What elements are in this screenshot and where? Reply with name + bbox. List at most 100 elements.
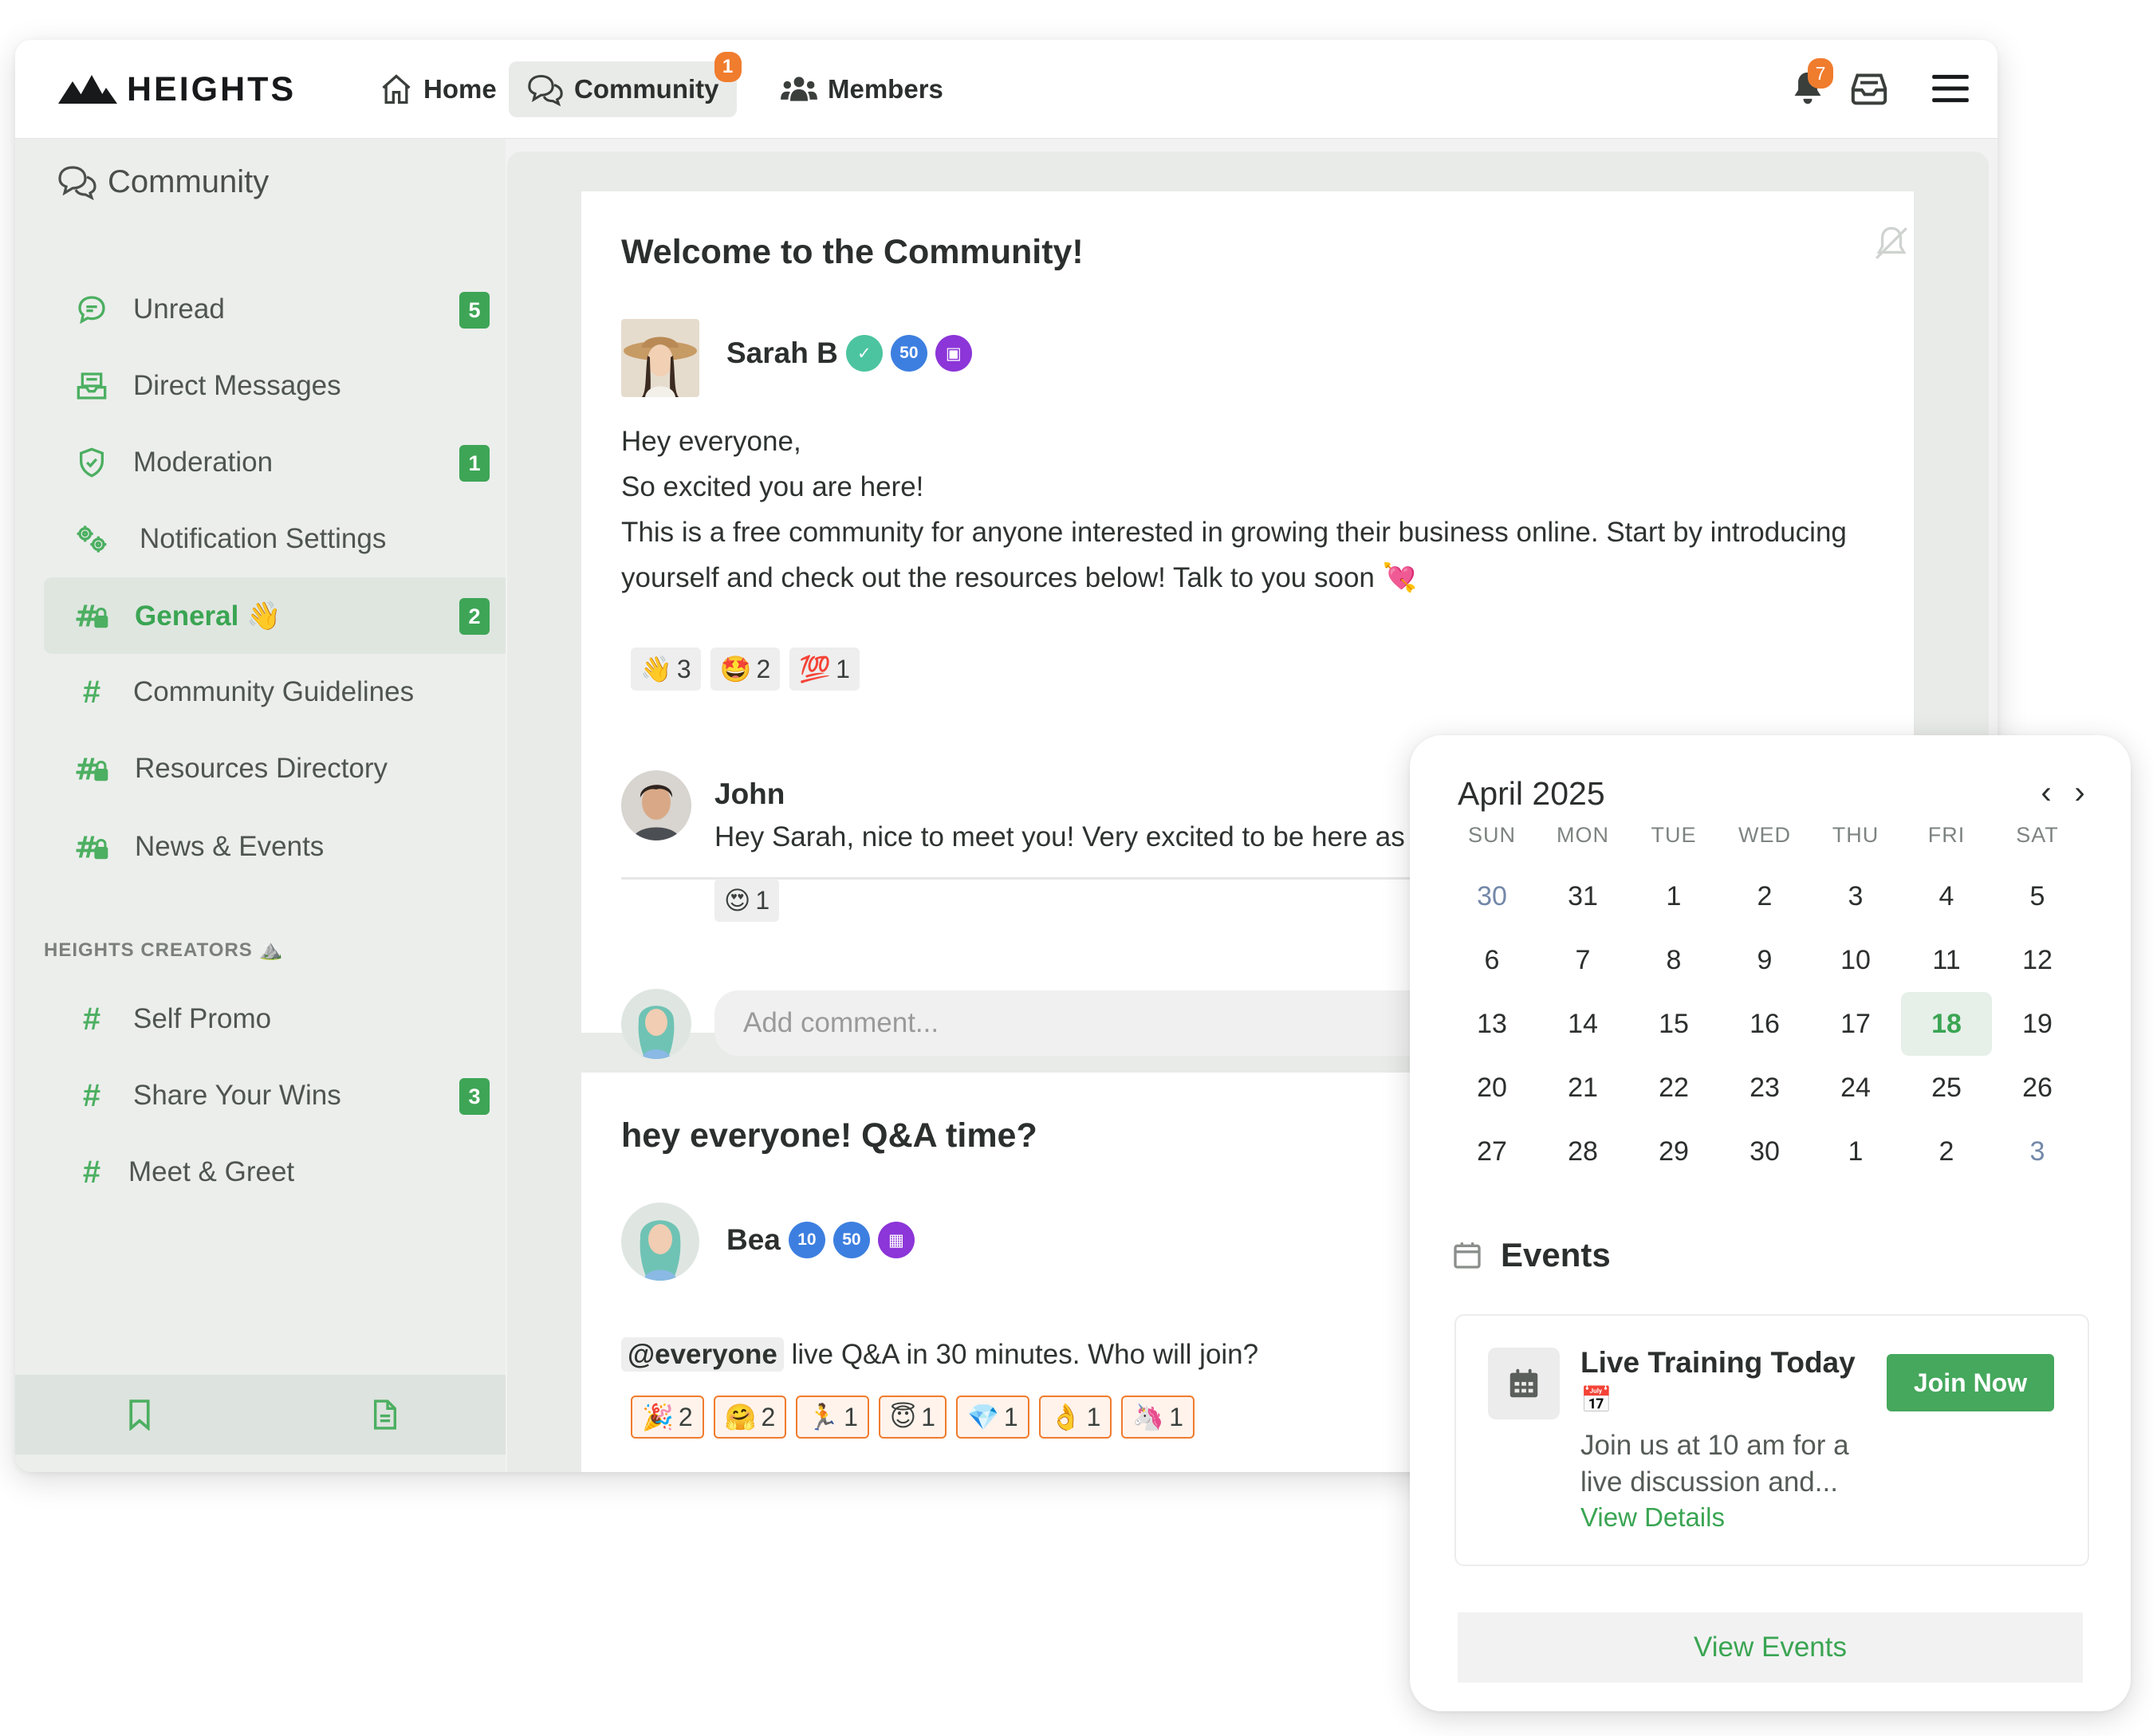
- view-details-link[interactable]: View Details: [1580, 1502, 1725, 1533]
- previous-month-chevron-left-icon[interactable]: ‹: [2029, 775, 2064, 811]
- mention-tag[interactable]: @everyone: [621, 1337, 784, 1372]
- view-events-button[interactable]: View Events: [1458, 1612, 2083, 1683]
- reaction-pill[interactable]: 💯 1: [789, 648, 860, 691]
- sidebar-item-self-promo[interactable]: # Self Promo: [44, 981, 506, 1057]
- main-menu-button[interactable]: [1928, 66, 1973, 111]
- calendar-day[interactable]: 4: [1901, 864, 1992, 928]
- calendar-day[interactable]: 24: [1810, 1056, 1901, 1120]
- event-title: Live Training Today: [1580, 1346, 1856, 1379]
- heights-logo[interactable]: HEIGHTS: [58, 70, 296, 108]
- reaction-pill[interactable]: 🏃 1: [796, 1395, 869, 1439]
- sidebar-item-news-events[interactable]: # News & Events: [44, 809, 506, 885]
- calendar-day[interactable]: 29: [1628, 1120, 1719, 1183]
- nav-community[interactable]: Community 1: [509, 52, 742, 117]
- hashtag-lock-icon: #: [74, 598, 109, 633]
- avatar[interactable]: [621, 1203, 699, 1281]
- sidebar-item-moderation[interactable]: Moderation 1: [44, 424, 506, 501]
- calendar-day[interactable]: 27: [1446, 1120, 1537, 1183]
- calendar-day[interactable]: 11: [1901, 928, 1992, 992]
- nav-home-label: Home: [423, 74, 497, 104]
- calendar-day[interactable]: 7: [1537, 928, 1628, 992]
- documents-button[interactable]: [368, 1397, 403, 1432]
- reaction-emoji: 😍: [724, 886, 751, 915]
- calendar-day[interactable]: 9: [1719, 928, 1810, 992]
- calendar-day[interactable]: 3: [1992, 1120, 2083, 1183]
- calendar-day[interactable]: 25: [1901, 1056, 1992, 1120]
- reaction-count: 3: [676, 654, 691, 683]
- reaction-pill[interactable]: 🦄 1: [1121, 1395, 1195, 1439]
- calendar-icon: [1454, 1242, 1481, 1269]
- calendar-day[interactable]: 26: [1992, 1056, 2083, 1120]
- calendar-day[interactable]: 23: [1719, 1056, 1810, 1120]
- reaction-pill[interactable]: 👋 3: [631, 648, 701, 691]
- nav-members[interactable]: Members: [762, 61, 961, 117]
- sidebar-item-community-guidelines[interactable]: # Community Guidelines: [44, 654, 506, 730]
- post-title: Welcome to the Community!: [621, 233, 1084, 271]
- reaction-pill[interactable]: 😇 1: [878, 1395, 947, 1439]
- comment-reactions: 😍 1: [714, 879, 780, 922]
- post-line: yourself and check out the resources bel…: [621, 562, 1418, 593]
- calendar-day[interactable]: 15: [1628, 992, 1719, 1056]
- sidebar-item-share-your-wins[interactable]: # Share Your Wins 3: [44, 1057, 506, 1134]
- calendar-day[interactable]: 5: [1992, 864, 2083, 928]
- reaction-pill[interactable]: 👌 1: [1038, 1395, 1112, 1439]
- nav-home[interactable]: Home: [361, 61, 514, 117]
- avatar[interactable]: [621, 319, 699, 397]
- calendar-day[interactable]: 10: [1810, 928, 1901, 992]
- reaction-pill[interactable]: 🤗 2: [713, 1395, 787, 1439]
- chat-bubbles-icon: [528, 74, 563, 107]
- sidebar-item-label: News & Events: [135, 831, 325, 862]
- reaction-count: 1: [1169, 1402, 1183, 1431]
- calendar-day[interactable]: 17: [1810, 992, 1901, 1056]
- sidebar-item-notification-settings[interactable]: Notification Settings: [44, 501, 506, 577]
- calendar-day[interactable]: 14: [1537, 992, 1628, 1056]
- calendar-day[interactable]: 3: [1810, 864, 1901, 928]
- calendar-day[interactable]: 2: [1719, 864, 1810, 928]
- bookmarks-button[interactable]: [122, 1397, 157, 1432]
- calendar-day[interactable]: 30: [1446, 864, 1537, 928]
- sidebar-item-direct-messages[interactable]: Direct Messages: [44, 348, 506, 424]
- calendar-popup: April 2025 ‹ › SUN MON TUE WED THU FRI SAT 30 31…: [1410, 735, 2131, 1711]
- reaction-pill[interactable]: 🎉 2: [631, 1395, 704, 1439]
- level-badge: 50: [832, 1222, 870, 1258]
- inbox-button[interactable]: [1847, 66, 1891, 111]
- commenter-avatar[interactable]: [621, 770, 691, 840]
- calendar-day[interactable]: 1: [1810, 1120, 1901, 1183]
- inbox-icon: [74, 368, 109, 403]
- reaction-pill[interactable]: 🤩 2: [710, 648, 781, 691]
- calendar-day[interactable]: 22: [1628, 1056, 1719, 1120]
- current-user-avatar[interactable]: [621, 989, 691, 1059]
- sidebar-item-label: Community Guidelines: [133, 676, 415, 707]
- reaction-count: 2: [678, 1402, 693, 1431]
- sidebar-item-meet-greet[interactable]: # Meet & Greet: [44, 1134, 506, 1210]
- calendar-day[interactable]: 2: [1901, 1120, 1992, 1183]
- calendar-day[interactable]: 6: [1446, 928, 1537, 992]
- reaction-pill[interactable]: 😍 1: [714, 879, 780, 922]
- sidebar-item-unread[interactable]: Unread 5: [44, 271, 506, 348]
- calendar-day[interactable]: 1: [1628, 864, 1719, 928]
- calendar-day[interactable]: 31: [1537, 864, 1628, 928]
- reaction-emoji: 💎: [967, 1403, 999, 1431]
- join-now-button[interactable]: Join Now: [1887, 1354, 2054, 1411]
- weekday-label: FRI: [1927, 823, 1966, 847]
- sidebar-item-resources-directory[interactable]: # Resources Directory: [44, 730, 506, 807]
- shield-icon: [74, 445, 109, 480]
- reaction-pill[interactable]: 💎 1: [956, 1395, 1029, 1439]
- sidebar-item-general[interactable]: # General 👋 2: [44, 577, 506, 654]
- notifications-button[interactable]: 7: [1785, 58, 1833, 111]
- calendar-day[interactable]: 12: [1992, 928, 2083, 992]
- calendar-day[interactable]: 19: [1992, 992, 2083, 1056]
- sidebar-item-label: Self Promo: [133, 1003, 272, 1034]
- next-month-chevron-right-icon[interactable]: ›: [2062, 775, 2097, 811]
- calendar-day[interactable]: 20: [1446, 1056, 1537, 1120]
- level-badge: 10: [788, 1222, 825, 1258]
- mute-notifications-icon[interactable]: [1872, 223, 1911, 263]
- calendar-day[interactable]: 18: [1901, 992, 1992, 1056]
- calendar-day[interactable]: 16: [1719, 992, 1810, 1056]
- calendar-day[interactable]: 28: [1537, 1120, 1628, 1183]
- calendar-day[interactable]: 8: [1628, 928, 1719, 992]
- calendar-day[interactable]: 30: [1719, 1120, 1810, 1183]
- calendar-day[interactable]: 21: [1537, 1056, 1628, 1120]
- comment-author: John: [714, 777, 785, 810]
- calendar-day[interactable]: 13: [1446, 992, 1537, 1056]
